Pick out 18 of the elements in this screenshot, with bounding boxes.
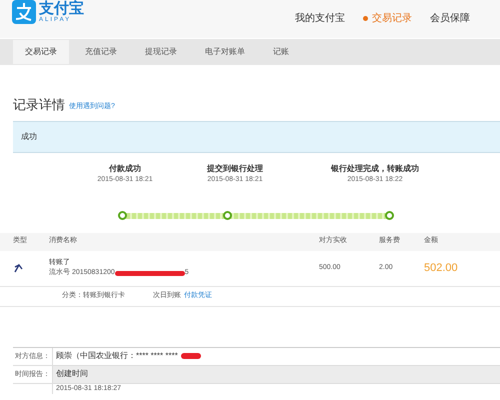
- info-value: 顾崇（中国农业银行：**** **** ****: [56, 350, 178, 362]
- logo-text: 支付宝: [39, 1, 84, 17]
- total-amount: 502.00: [424, 260, 459, 276]
- redaction-mark: [114, 270, 185, 276]
- subnav-tab[interactable]: 电子对账单: [193, 40, 257, 64]
- status-banner: 成功: [13, 120, 500, 152]
- subnav-tab[interactable]: 记账: [261, 40, 301, 64]
- page-title: 记录详情: [13, 96, 65, 114]
- subnav-tab[interactable]: 充值记录: [73, 40, 129, 64]
- step-label: 提交到银行处理: [207, 162, 263, 174]
- subnav-tab[interactable]: 提现记录: [133, 40, 189, 64]
- info-value: 创建时间: [56, 368, 88, 380]
- transfer-icon: [13, 263, 23, 273]
- subnav-tab[interactable]: 交易记录: [13, 40, 69, 64]
- step-label: 付款成功: [109, 162, 141, 174]
- nav-link[interactable]: 会员保障: [430, 11, 470, 26]
- step-label: 银行处理完成，转账成功: [331, 162, 419, 174]
- nav-link[interactable]: 我的支付宝: [295, 11, 345, 26]
